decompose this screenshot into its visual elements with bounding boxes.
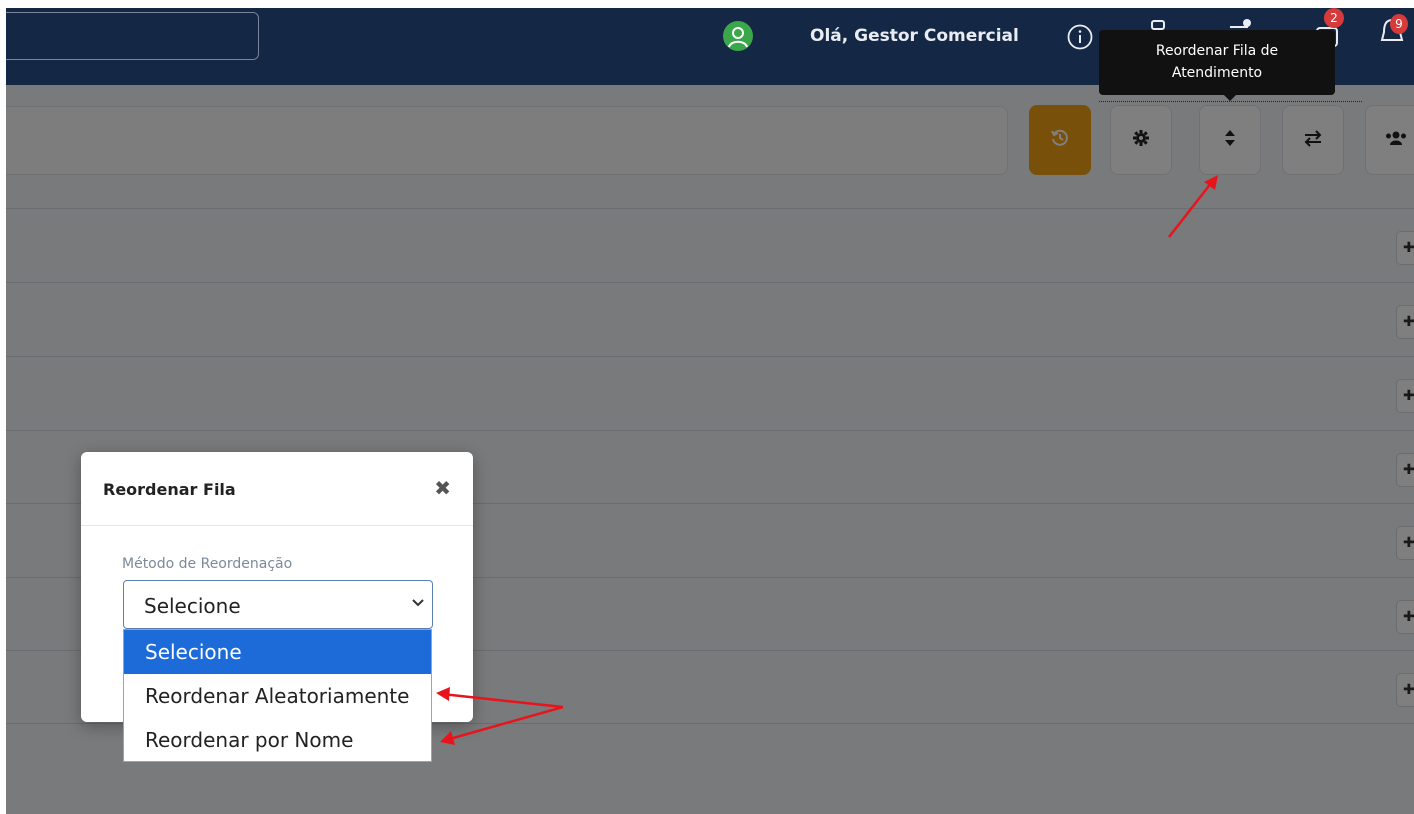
modal-header: Reordenar Fila ✖ <box>81 452 473 526</box>
close-icon[interactable]: ✖ <box>434 476 451 500</box>
info-icon[interactable] <box>1067 24 1093 54</box>
greeting-text: Olá, Gestor Comercial <box>810 26 1019 46</box>
chevron-down-icon <box>412 595 424 611</box>
modal-title: Reordenar Fila <box>103 480 236 499</box>
reorder-method-label: Método de Reordenação <box>122 556 293 572</box>
option-selecione[interactable]: Selecione <box>124 630 431 674</box>
tooltip-text: Reordenar Fila de Atendimento <box>1155 43 1279 81</box>
reorder-method-options: Selecione Reordenar Aleatoriamente Reord… <box>123 629 432 762</box>
tasks-badge: 2 <box>1324 8 1344 28</box>
tooltip-underline <box>1099 101 1362 102</box>
reorder-tooltip: Reordenar Fila de Atendimento <box>1099 30 1335 101</box>
option-reorder-by-name[interactable]: Reordenar por Nome <box>124 718 431 762</box>
select-value: Selecione <box>144 594 241 618</box>
option-reorder-random[interactable]: Reordenar Aleatoriamente <box>124 674 431 718</box>
notifications-badge: 9 <box>1390 14 1408 34</box>
search-input[interactable] <box>6 12 259 60</box>
user-avatar-icon[interactable] <box>722 20 754 56</box>
reorder-method-select[interactable]: Selecione <box>123 580 433 629</box>
